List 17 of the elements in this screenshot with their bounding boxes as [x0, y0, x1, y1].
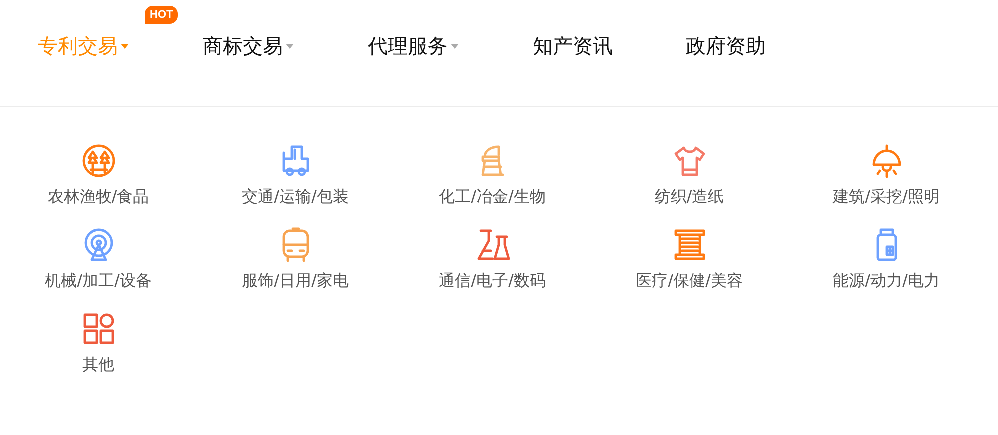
category-link[interactable]: 农林渔牧/食品 — [48, 187, 150, 208]
category-link[interactable]: 纺织/造纸 — [654, 187, 724, 208]
nav-tab[interactable]: 知产资讯 — [533, 33, 686, 60]
category-link[interactable]: 机械/加工/设备 — [45, 271, 152, 292]
nav-tab[interactable]: 商标交易 — [203, 33, 368, 60]
category-link[interactable]: 其他 — [82, 355, 114, 376]
hot-badge: HOT — [145, 6, 178, 24]
category-link[interactable]: 通信/电子/数码 — [439, 271, 546, 292]
category-link[interactable]: 建筑/采挖/照明 — [833, 187, 940, 208]
nav-tab[interactable]: 代理服务 — [368, 33, 533, 60]
tree-icon[interactable] — [80, 143, 116, 179]
category-link[interactable]: 化工/冶金/生物 — [439, 187, 546, 208]
category-link[interactable]: 交通/运输/包装 — [242, 187, 349, 208]
category-link[interactable]: 服饰/日用/家电 — [242, 271, 349, 292]
category-link[interactable]: 医疗/保健/美容 — [636, 271, 743, 292]
nav-tab[interactable]: 政府资助 — [686, 33, 851, 60]
category-link[interactable]: 能源/动力/电力 — [833, 271, 940, 292]
